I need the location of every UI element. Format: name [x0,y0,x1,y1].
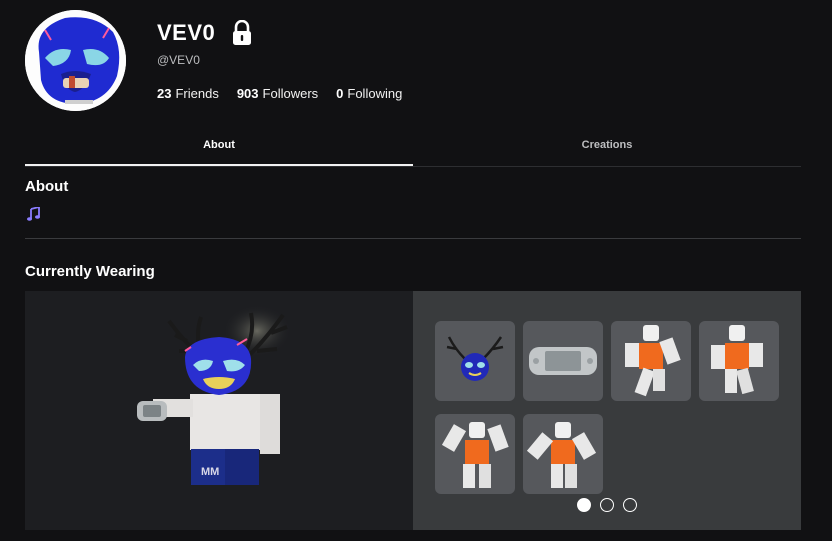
friends-stat[interactable]: 23 Friends [157,86,219,101]
following-count: 0 [336,86,344,101]
tab-about[interactable]: About [25,131,413,166]
pagination-dot-3[interactable] [623,498,637,512]
about-heading: About [25,178,69,195]
currently-wearing-heading: Currently Wearing [25,263,155,280]
profile-avatar[interactable] [25,10,126,111]
wearing-item-handheld-console[interactable] [523,321,603,401]
following-stat[interactable]: 0 Following [336,86,402,101]
friends-label: Friends [175,86,219,101]
avatar-3d-preview[interactable]: MM [25,291,413,530]
profile-tabs: About Creations [25,131,801,167]
following-label: Following [347,86,403,101]
pagination-dot-1[interactable] [577,498,591,512]
svg-text:MM: MM [201,466,219,478]
wearing-item-animation-pose-2[interactable] [699,321,779,401]
followers-count: 903 [236,86,259,101]
lock-icon [231,19,253,46]
friends-count: 23 [157,86,172,101]
followers-label: Followers [262,86,319,101]
display-name: VEV0 [157,20,216,45]
items-pagination [577,498,637,512]
music-note-icon [27,205,40,221]
tab-creations[interactable]: Creations [413,131,801,166]
profile-stats: 23 Friends 903 Followers 0 Following [157,86,402,101]
wearing-item-animation-pose-4[interactable] [523,414,603,494]
wearing-item-animation-pose-1[interactable] [611,321,691,401]
section-divider [25,238,801,239]
wearing-item-antlers-mask[interactable] [435,321,515,401]
pagination-dot-2[interactable] [600,498,614,512]
followers-stat[interactable]: 903 Followers [237,86,318,101]
wearing-item-animation-pose-3[interactable] [435,414,515,494]
username: @VEV0 [157,53,200,67]
